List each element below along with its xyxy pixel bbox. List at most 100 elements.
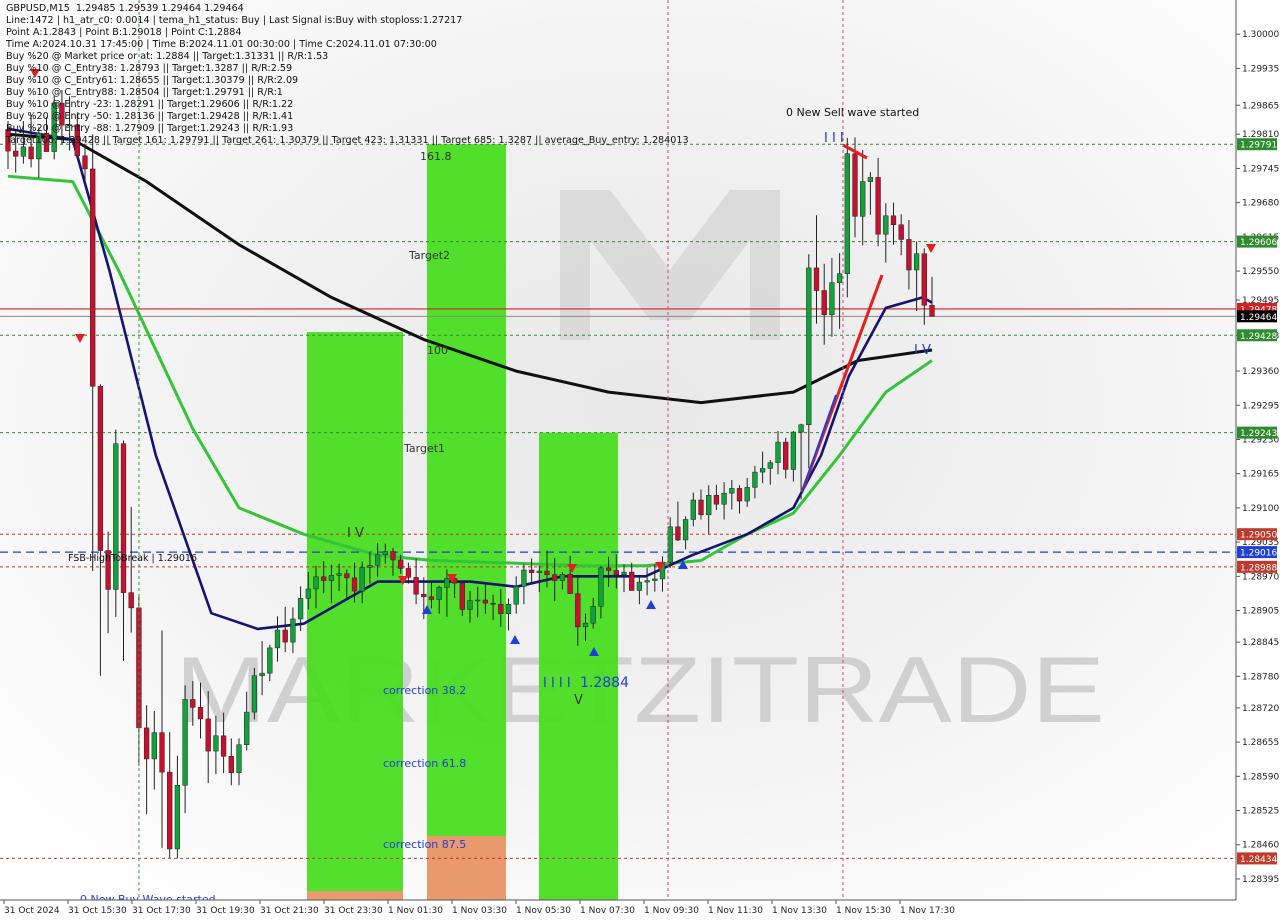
candle-body (174, 785, 181, 850)
candle-body (783, 441, 789, 470)
candle-body (675, 526, 681, 541)
zone-b (307, 332, 403, 901)
fsb-label: FSB-HighToBreak | 1.29016 (68, 553, 197, 564)
time-tick-label: 31 Oct 17:30 (132, 906, 191, 916)
candle-body (829, 282, 835, 315)
candle-body (351, 577, 358, 592)
price-tag-label: 1.29791 (1240, 141, 1277, 151)
candle-body (313, 576, 319, 590)
candle-body (482, 599, 489, 604)
candle-body (259, 672, 265, 677)
price-tag-label: 1.28988 (1240, 563, 1277, 573)
point-c-wave: V (574, 693, 583, 708)
candle-body (729, 488, 735, 494)
candle-body (97, 386, 104, 551)
info-line: GBPUSD,M15 1.29485 1.29539 1.29464 1.294… (6, 3, 244, 14)
candle-body (767, 462, 773, 469)
zone-d (539, 432, 618, 900)
price-tick-label: 1.29935 (1242, 64, 1279, 74)
candle-body (20, 146, 27, 157)
candle-body (297, 598, 304, 620)
price-tick-label: 1.28905 (1242, 607, 1279, 617)
candle-body (752, 471, 758, 488)
candle-body (898, 224, 904, 240)
time-tick-label: 31 Oct 21:30 (260, 906, 319, 916)
candle-body (813, 267, 820, 291)
candle-body (367, 565, 373, 568)
info-line: Buy %10 @ C_Entry88: 1.28504 || Target:1… (6, 87, 283, 98)
price-tag-label: 1.29050 (1240, 531, 1277, 541)
candle-body (629, 571, 635, 591)
candle-body (490, 602, 496, 605)
info-line: Buy %20 @ Entry -88: 1.27909 || Target:1… (6, 123, 294, 134)
candle-body (82, 155, 88, 170)
price-tick-label: 1.30000 (1242, 30, 1279, 40)
time-tick-label: 1 Nov 07:30 (580, 906, 635, 916)
price-tick-label: 1.29865 (1242, 101, 1279, 111)
info-line: Buy %10 @ C_Entry38: 1.28793 || Target:1… (6, 63, 293, 74)
price-tag-label: 1.29464 (1240, 313, 1277, 323)
time-tick-label: 1 Nov 09:30 (644, 906, 699, 916)
candle-body (359, 567, 365, 592)
candle-body (575, 593, 581, 628)
price-tick-label: 1.28845 (1242, 638, 1279, 648)
candle-body (459, 582, 465, 610)
price-tag-label: 1.29016 (1240, 549, 1277, 559)
time-tick-label: 31 Oct 23:30 (324, 906, 383, 916)
candle-body (929, 305, 935, 317)
point-c-value: 1.2884 (580, 675, 629, 691)
candle-body (228, 756, 234, 773)
new-sell-wave-label: 0 New Sell wave started (786, 106, 919, 119)
candle-body (867, 177, 874, 182)
candle-body (28, 146, 34, 160)
correction-382-label: correction 38.2 (383, 684, 466, 697)
candle-body (205, 718, 211, 752)
candle-body (13, 150, 19, 157)
candle-body (528, 569, 535, 573)
candle-body (698, 499, 704, 515)
candle-body (267, 647, 273, 674)
candle-body (682, 519, 689, 541)
candle-body (852, 153, 858, 217)
candle-body (806, 267, 812, 425)
price-tick-label: 1.28590 (1242, 772, 1279, 782)
candle-body (467, 600, 473, 610)
price-tick-label: 1.28460 (1242, 841, 1279, 851)
candle-body (667, 526, 673, 563)
candle-body (890, 215, 897, 225)
zone-b-extension (307, 891, 403, 900)
candle-body (744, 487, 750, 502)
candle-body (344, 573, 350, 579)
candle-body (821, 290, 827, 315)
wave-iv-left: I V (347, 526, 364, 541)
point-c-roman: I I I I (543, 676, 571, 691)
candle-body (436, 587, 442, 600)
info-line: Buy %10 @ C_Entry61: 1.28655 || Target:1… (6, 75, 299, 86)
candle-body (444, 578, 450, 588)
candle-body (605, 567, 612, 571)
candle-body (513, 586, 519, 605)
candle-body (883, 215, 889, 235)
info-line: Buy %10 @ Entry -23: 1.28291 || Target:1… (6, 99, 294, 110)
candle-body (321, 576, 327, 581)
candle-body (167, 771, 173, 850)
time-tick-label: 1 Nov 03:30 (452, 906, 507, 916)
candle-body (567, 573, 573, 594)
candle-body (190, 699, 196, 708)
candle-body (505, 603, 512, 614)
candle-body (236, 744, 242, 773)
time-axis-panel (0, 900, 1280, 920)
candle-body (251, 675, 258, 713)
candle-body (559, 573, 566, 581)
candle-body (844, 153, 850, 274)
time-tick-label: 31 Oct 15:30 (68, 906, 127, 916)
candle-body (374, 554, 381, 566)
candle-body (644, 580, 650, 583)
candle-body (913, 253, 920, 271)
indicator-info-panel: GBPUSD,M15 1.29485 1.29539 1.29464 1.294… (6, 3, 689, 147)
price-tick-label: 1.28780 (1242, 672, 1279, 682)
price-tick-label: 1.28970 (1242, 572, 1279, 582)
candle-body (159, 732, 165, 773)
candle-body (290, 618, 296, 643)
wave-iv-right: I V (914, 343, 931, 358)
